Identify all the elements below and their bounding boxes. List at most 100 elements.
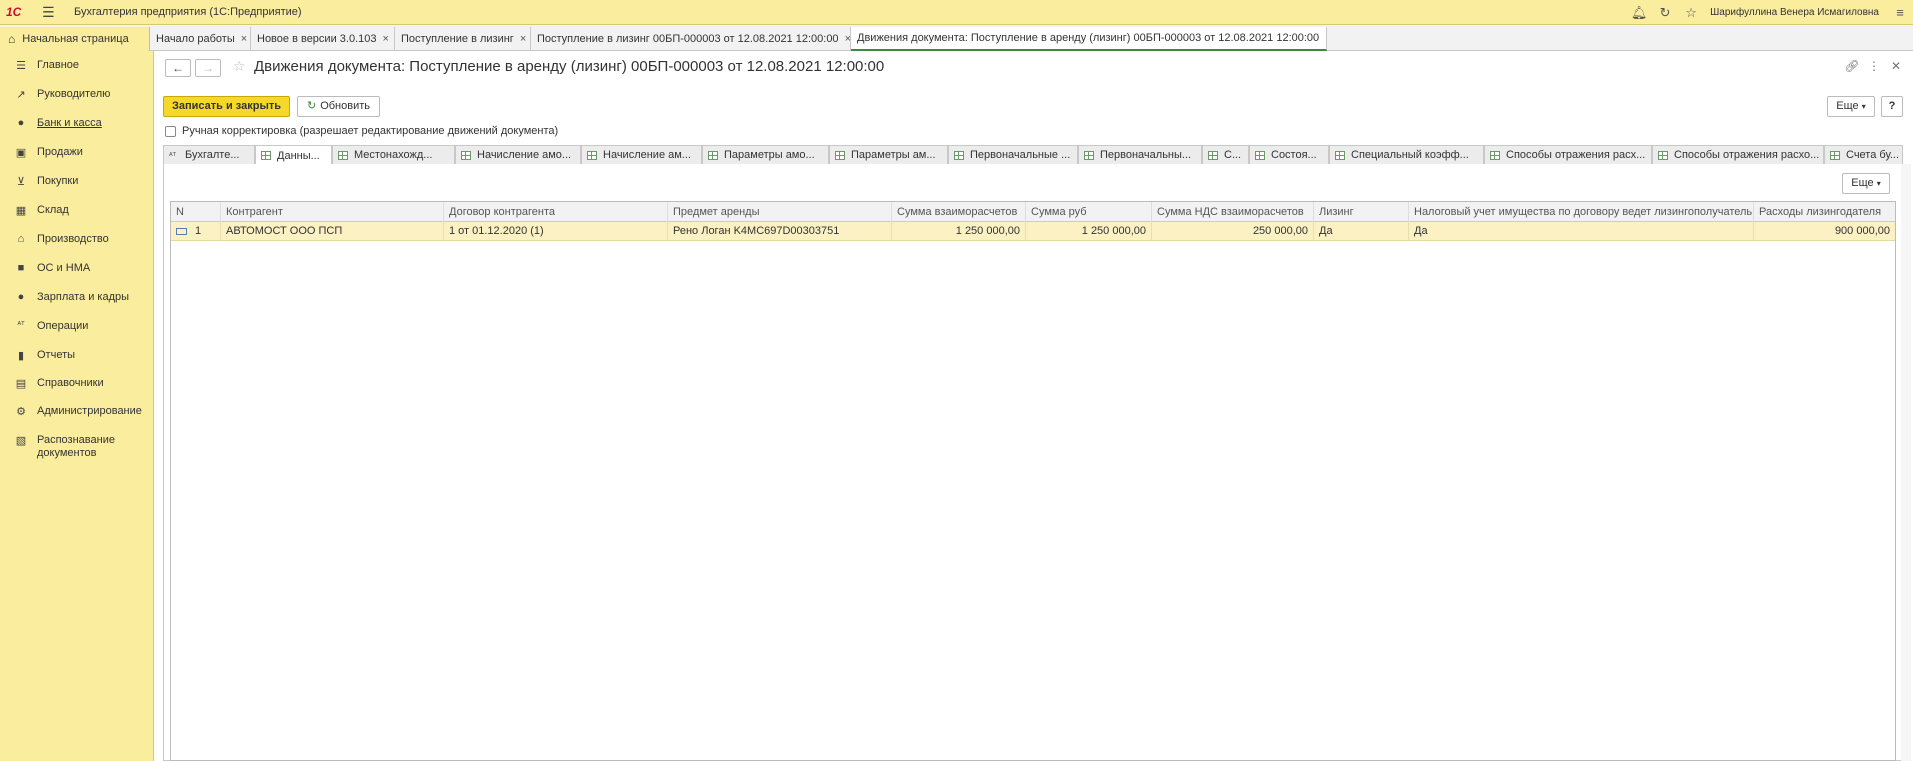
forward-button[interactable]: → (195, 59, 221, 77)
manual-edit-checkbox[interactable]: Ручная корректировка (разрешает редактир… (165, 125, 558, 137)
tab-register-depreciation-1[interactable]: Начисление амо... (455, 145, 581, 164)
save-and-close-button[interactable]: Записать и закрыть (163, 96, 290, 117)
sidebar-item-label: Производство (37, 233, 109, 245)
favorite-icon[interactable]: ☆ (233, 58, 246, 75)
lessor-expenses-cell[interactable]: 900 000,00 (1754, 222, 1895, 241)
movements-table[interactable]: N Контрагент Договор контрагента Предмет… (170, 201, 1896, 761)
column-header[interactable]: Сумма руб (1026, 202, 1152, 222)
menu-icon[interactable]: ☰ (42, 4, 64, 21)
factory-icon: ⌂ (17, 233, 25, 245)
tab-label: Местонахожд... (354, 149, 433, 161)
star-icon[interactable]: ☆ (1678, 5, 1704, 21)
sidebar-item-purchases[interactable]: ⊻ Покупки (0, 175, 154, 188)
tab-register-state[interactable]: Состоя... (1249, 145, 1329, 164)
tab-register-initial-1[interactable]: Первоначальные ... (948, 145, 1078, 164)
tab-document-movements[interactable]: Движения документа: Поступление в аренду… (851, 27, 1327, 51)
tab-leasing-document[interactable]: Поступление в лизинг 00БП-000003 от 12.0… (531, 27, 851, 51)
lease-object-cell[interactable]: Рено Логан K4MC697D00303751 (668, 222, 892, 241)
sidebar-item-label: Распознавание документов (37, 434, 115, 459)
tab-label: Первоначальны... (1100, 149, 1192, 161)
column-header[interactable]: Сумма взаиморасчетов (892, 202, 1026, 222)
tab-register-accounting[interactable]: ᴬᵀ Бухгалте... (163, 145, 255, 164)
table-icon (835, 150, 845, 160)
vat-sum-cell[interactable]: 250 000,00 (1152, 222, 1314, 241)
sidebar-item-bank[interactable]: ● Банк и касса (0, 117, 154, 130)
vertical-scrollbar[interactable] (1901, 164, 1911, 761)
settlement-sum-cell[interactable]: 1 250 000,00 (892, 222, 1026, 241)
warehouse-icon: ▦ (15, 205, 27, 217)
grid-more-button[interactable]: Еще ▾ (1842, 173, 1890, 194)
sidebar-item-label: Главное (37, 59, 80, 71)
contract-cell[interactable]: 1 от 01.12.2020 (1) (444, 222, 668, 241)
tab-register-expense-1[interactable]: Способы отражения расх... (1484, 145, 1652, 164)
scan-icon: ▧ (15, 435, 27, 447)
tab-register-data[interactable]: Данны... (255, 145, 332, 165)
tab-register-special-coef[interactable]: Специальный коэфф... (1329, 145, 1484, 164)
sidebar-item-directories[interactable]: ▤ Справочники (0, 377, 154, 390)
leasing-cell[interactable]: Да (1314, 222, 1409, 241)
column-header[interactable]: Лизинг (1314, 202, 1409, 222)
tab-start-work[interactable]: Начало работы × (150, 27, 251, 51)
sidebar-item-label: Операции (37, 320, 89, 332)
app-logo: 1С (6, 5, 22, 19)
tab-register-accounts[interactable]: Счета бу... (1824, 145, 1903, 164)
more-label: Еще (1851, 177, 1874, 189)
table-icon (1255, 150, 1265, 160)
tab-label: Способы отражения расхо... (1674, 149, 1820, 161)
column-header[interactable]: Контрагент (221, 202, 444, 222)
user-name[interactable]: Шарифуллина Венера Исмагиловна (1710, 7, 1879, 18)
more-vertical-icon[interactable]: ⋮ (1863, 59, 1885, 73)
tab-register-s[interactable]: С... (1202, 145, 1249, 164)
tab-leasing-list[interactable]: Поступление в лизинг × (395, 27, 531, 51)
sidebar-item-salary[interactable]: ● Зарплата и кадры (0, 291, 154, 304)
sidebar-item-recognition[interactable]: ▧ Распознавание документов (0, 434, 130, 460)
tax-accounting-cell[interactable]: Да (1409, 222, 1754, 241)
tab-register-location[interactable]: Местонахожд... (332, 145, 455, 164)
column-header[interactable]: N (171, 202, 221, 222)
home-icon: ⌂ (8, 32, 16, 46)
sidebar-item-manager[interactable]: ↗ Руководителю (0, 88, 154, 101)
tab-home[interactable]: ⌂ Начальная страница (0, 27, 150, 51)
tab-register-params-2[interactable]: Параметры ам... (829, 145, 948, 164)
back-button[interactable]: ← (165, 59, 191, 77)
sidebar-item-administration[interactable]: ⚙ Администрирование (0, 405, 154, 418)
column-header[interactable]: Договор контрагента (444, 202, 668, 222)
bell-icon[interactable]: 🔔︎ (1626, 5, 1652, 21)
sidebar-item-fixed-assets[interactable]: ■ ОС и НМА (0, 262, 154, 275)
sidebar-item-main[interactable]: ☰ Главное (0, 59, 154, 72)
sidebar-item-operations[interactable]: ᴬᵀ Операции (0, 320, 154, 333)
column-header[interactable]: Расходы лизингодателя (1754, 202, 1895, 222)
register-tabs: ᴬᵀ Бухгалте... Данны... Местонахожд... На… (163, 145, 1903, 165)
counterparty-cell[interactable]: АВТОМОСТ ООО ПСП (221, 222, 444, 241)
sidebar-item-reports[interactable]: ▮ Отчеты (0, 349, 154, 362)
link-icon[interactable]: 🔗︎ (1841, 59, 1863, 73)
settings-menu-icon[interactable]: ≡ (1887, 5, 1913, 20)
close-icon[interactable]: × (241, 33, 247, 45)
table-icon (587, 150, 597, 160)
more-label: Еще (1836, 100, 1859, 112)
sidebar-item-sales[interactable]: ▣ Продажи (0, 146, 154, 159)
table-row[interactable]: 1 АВТОМОСТ ООО ПСП 1 от 01.12.2020 (1) Р… (171, 222, 1895, 241)
close-icon[interactable]: × (382, 33, 388, 45)
tab-whats-new[interactable]: Новое в версии 3.0.103 × (251, 27, 395, 51)
close-icon[interactable]: × (520, 33, 526, 45)
tab-register-initial-2[interactable]: Первоначальны... (1078, 145, 1202, 164)
column-header[interactable]: Налоговый учет имущества по договору вед… (1409, 202, 1754, 222)
column-header[interactable]: Сумма НДС взаиморасчетов (1152, 202, 1314, 222)
close-icon[interactable]: × (1325, 32, 1326, 44)
tab-register-params-1[interactable]: Параметры амо... (702, 145, 829, 164)
help-button[interactable]: ? (1881, 96, 1903, 117)
sidebar-item-warehouse[interactable]: ▦ Склад (0, 204, 154, 217)
close-icon[interactable]: ✕ (1885, 59, 1907, 73)
rub-sum-cell[interactable]: 1 250 000,00 (1026, 222, 1152, 241)
column-header[interactable]: Предмет аренды (668, 202, 892, 222)
sidebar-item-production[interactable]: ⌂ Производство (0, 233, 154, 246)
trend-icon: ↗ (16, 89, 26, 101)
tab-label: Начальная страница (22, 33, 129, 45)
history-icon[interactable]: ↻ (1652, 5, 1678, 21)
tab-register-depreciation-2[interactable]: Начисление ам... (581, 145, 702, 164)
more-button[interactable]: Еще ▾ (1827, 96, 1875, 117)
refresh-button[interactable]: ↻ Обновить (297, 96, 380, 117)
tab-register-expense-2[interactable]: Способы отражения расхо... (1652, 145, 1824, 164)
checkbox-box[interactable] (165, 125, 176, 137)
